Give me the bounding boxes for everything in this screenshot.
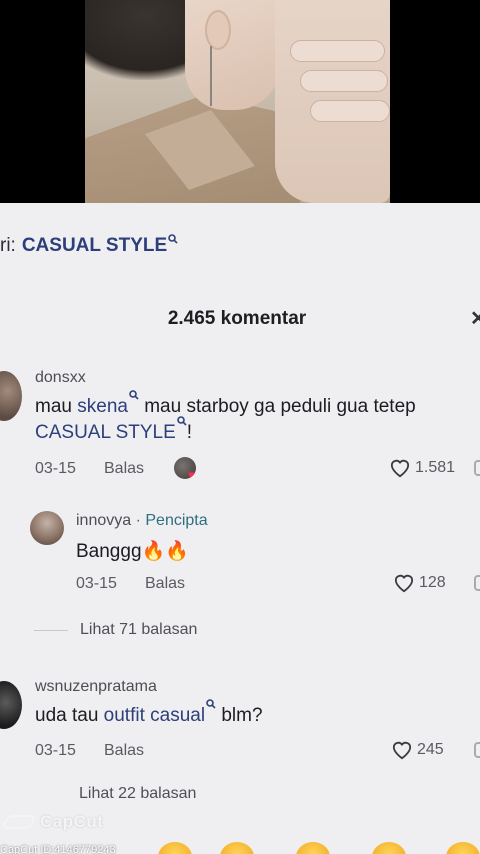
view-replies-label: Lihat 71 balasan xyxy=(80,621,198,638)
divider-line xyxy=(34,629,68,631)
comment-text: Banggg🔥🔥 xyxy=(76,541,189,562)
view-replies-button[interactable]: Lihat 71 balasan xyxy=(34,621,197,639)
heart-outline-icon xyxy=(390,459,410,478)
avatar[interactable] xyxy=(0,681,22,729)
like-count: 128 xyxy=(419,574,446,591)
capcut-logo-icon xyxy=(0,815,38,829)
emoji-icon[interactable] xyxy=(220,842,254,854)
comment-text-part: mau starboy ga peduli gua tetep xyxy=(138,396,416,417)
capcut-watermark: CapCut xyxy=(0,812,104,832)
emoji-icon[interactable] xyxy=(446,842,480,854)
dislike-button[interactable] xyxy=(474,742,480,758)
like-button[interactable]: 245 xyxy=(391,740,444,760)
creator-tag: · Pencipta xyxy=(135,512,208,529)
like-button[interactable]: 1.581 xyxy=(389,458,455,478)
comment-username[interactable]: wsnuzenpratama xyxy=(35,678,157,696)
comment-date: 03-15 xyxy=(76,575,117,592)
keyword-link[interactable]: CASUAL STYLE xyxy=(35,422,176,443)
earring xyxy=(210,46,212,106)
like-count: 245 xyxy=(417,741,444,758)
emoji-icon[interactable] xyxy=(296,842,330,854)
search-magnifier-icon xyxy=(168,233,178,247)
comment-sheet: ri: CASUAL STYLE 2.465 komentar ✕ donsxx… xyxy=(0,203,480,854)
watermark-brand: CapCut xyxy=(40,812,104,831)
heart-outline-icon xyxy=(392,741,412,760)
keyword-link[interactable]: outfit casual xyxy=(104,705,205,726)
search-magnifier-icon xyxy=(129,390,139,403)
comment-text-part: mau xyxy=(35,396,78,417)
keyword-link[interactable]: skena xyxy=(77,396,128,417)
emoji-icon[interactable] xyxy=(158,842,192,854)
reply-button[interactable]: Balas xyxy=(145,575,185,593)
related-search[interactable]: ri: CASUAL STYLE xyxy=(0,231,178,261)
comment-text-part: blm? xyxy=(216,705,263,726)
search-magnifier-icon xyxy=(206,699,216,712)
finger xyxy=(290,40,385,62)
reply-button[interactable]: Balas xyxy=(104,460,144,478)
finger xyxy=(310,100,390,122)
comments-header: 2.465 komentar ✕ xyxy=(0,303,480,333)
avatar[interactable] xyxy=(30,511,64,545)
close-icon[interactable]: ✕ xyxy=(470,309,480,329)
like-count: 1.581 xyxy=(415,459,456,476)
search-magnifier-icon xyxy=(176,416,187,429)
like-button[interactable]: 128 xyxy=(393,573,446,593)
comment-username[interactable]: donsxx xyxy=(35,369,86,387)
ear xyxy=(205,10,231,50)
comment-text: uda tau outfit casual blm? xyxy=(35,699,263,727)
related-search-prefix: ri: xyxy=(0,235,16,256)
comment-date: 03-15 xyxy=(35,460,76,477)
video-frame xyxy=(85,0,390,203)
view-replies-button[interactable]: Lihat 22 balasan xyxy=(79,785,196,803)
avatar[interactable] xyxy=(0,371,22,421)
comment-text-line2: CASUAL STYLE! xyxy=(35,416,193,444)
heart-outline-icon xyxy=(394,574,414,593)
dislike-button[interactable] xyxy=(474,575,480,591)
comment-count: 2.465 komentar xyxy=(167,308,307,329)
view-replies-label: Lihat 22 balasan xyxy=(79,785,197,802)
watermark-id: CapCut ID:4146779243 xyxy=(0,844,116,854)
reply-button[interactable]: Balas xyxy=(104,742,144,760)
comment-date: 03-15 xyxy=(35,742,76,759)
related-search-query[interactable]: CASUAL STYLE xyxy=(22,235,167,257)
comment-text-part: ! xyxy=(186,422,193,443)
neck xyxy=(185,0,280,110)
comment-text: mau skena mau starboy ga peduli gua tete… xyxy=(35,390,416,418)
finger xyxy=(300,70,388,92)
creator-liked-avatar xyxy=(174,457,196,479)
dislike-button[interactable] xyxy=(474,460,480,476)
comment-username[interactable]: innovya xyxy=(76,512,131,529)
video-player[interactable] xyxy=(0,0,480,203)
comment-text-part: uda tau xyxy=(35,705,104,726)
emoji-icon[interactable] xyxy=(372,842,406,854)
comment-username-row: innovya · Pencipta xyxy=(76,512,208,530)
